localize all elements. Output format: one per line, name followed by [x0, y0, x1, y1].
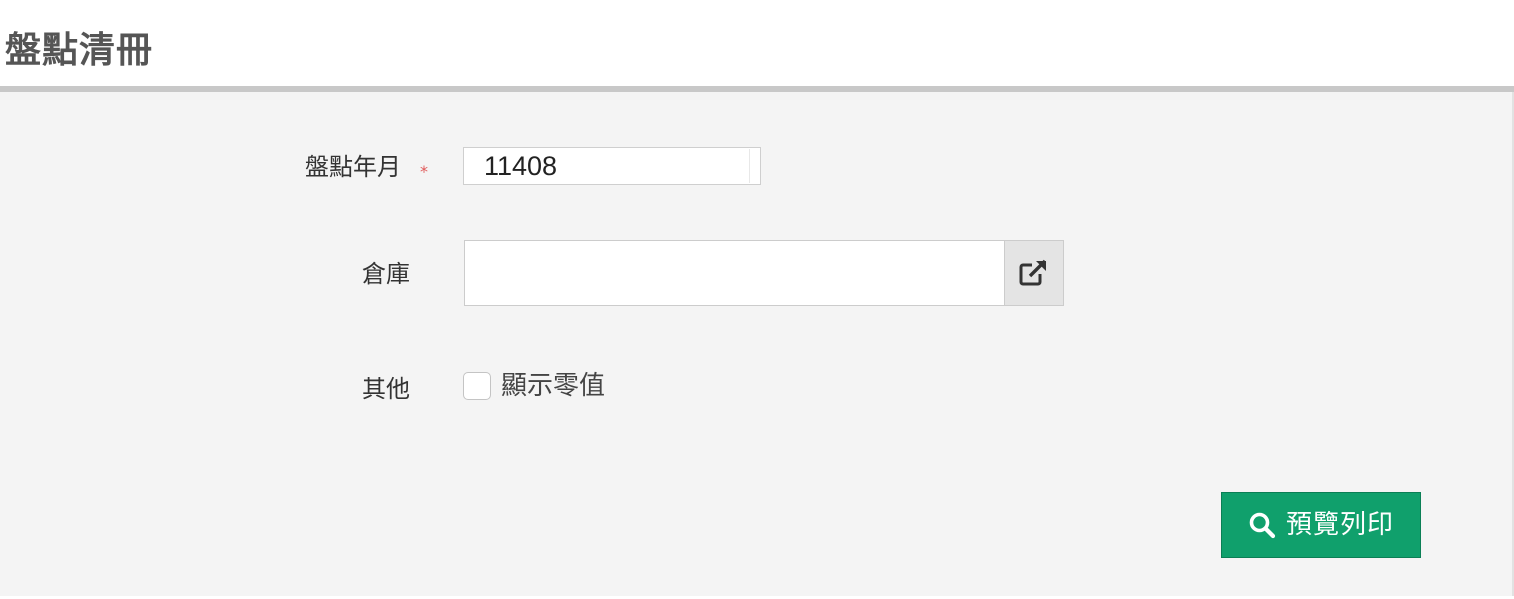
required-asterisk: *: [420, 162, 428, 181]
period-label: 盤點年月: [305, 153, 401, 181]
show-zero-label[interactable]: 顯示零值: [501, 369, 605, 403]
warehouse-label: 倉庫: [362, 260, 410, 288]
period-input[interactable]: [463, 147, 761, 185]
warehouse-input[interactable]: [465, 241, 1004, 305]
other-label: 其他: [362, 375, 410, 403]
external-link-icon: [1019, 259, 1047, 286]
show-zero-checkbox[interactable]: [463, 372, 491, 400]
warehouse-picker-button[interactable]: [1004, 241, 1063, 305]
page-header: 盤點清冊: [0, 0, 1514, 86]
period-input-divider: [749, 149, 750, 183]
search-icon: [1249, 512, 1276, 539]
warehouse-input-group: [464, 240, 1064, 306]
preview-print-button[interactable]: 預覽列印: [1221, 492, 1421, 558]
page-title: 盤點清冊: [5, 30, 154, 71]
form-panel: 盤點年月 * 倉庫 其他 顯示零值 預覽列印: [0, 92, 1514, 597]
report-page: 盤點清冊 盤點年月 * 倉庫 其他 顯示零值: [0, 0, 1514, 599]
preview-print-label: 預覽列印: [1285, 510, 1394, 540]
